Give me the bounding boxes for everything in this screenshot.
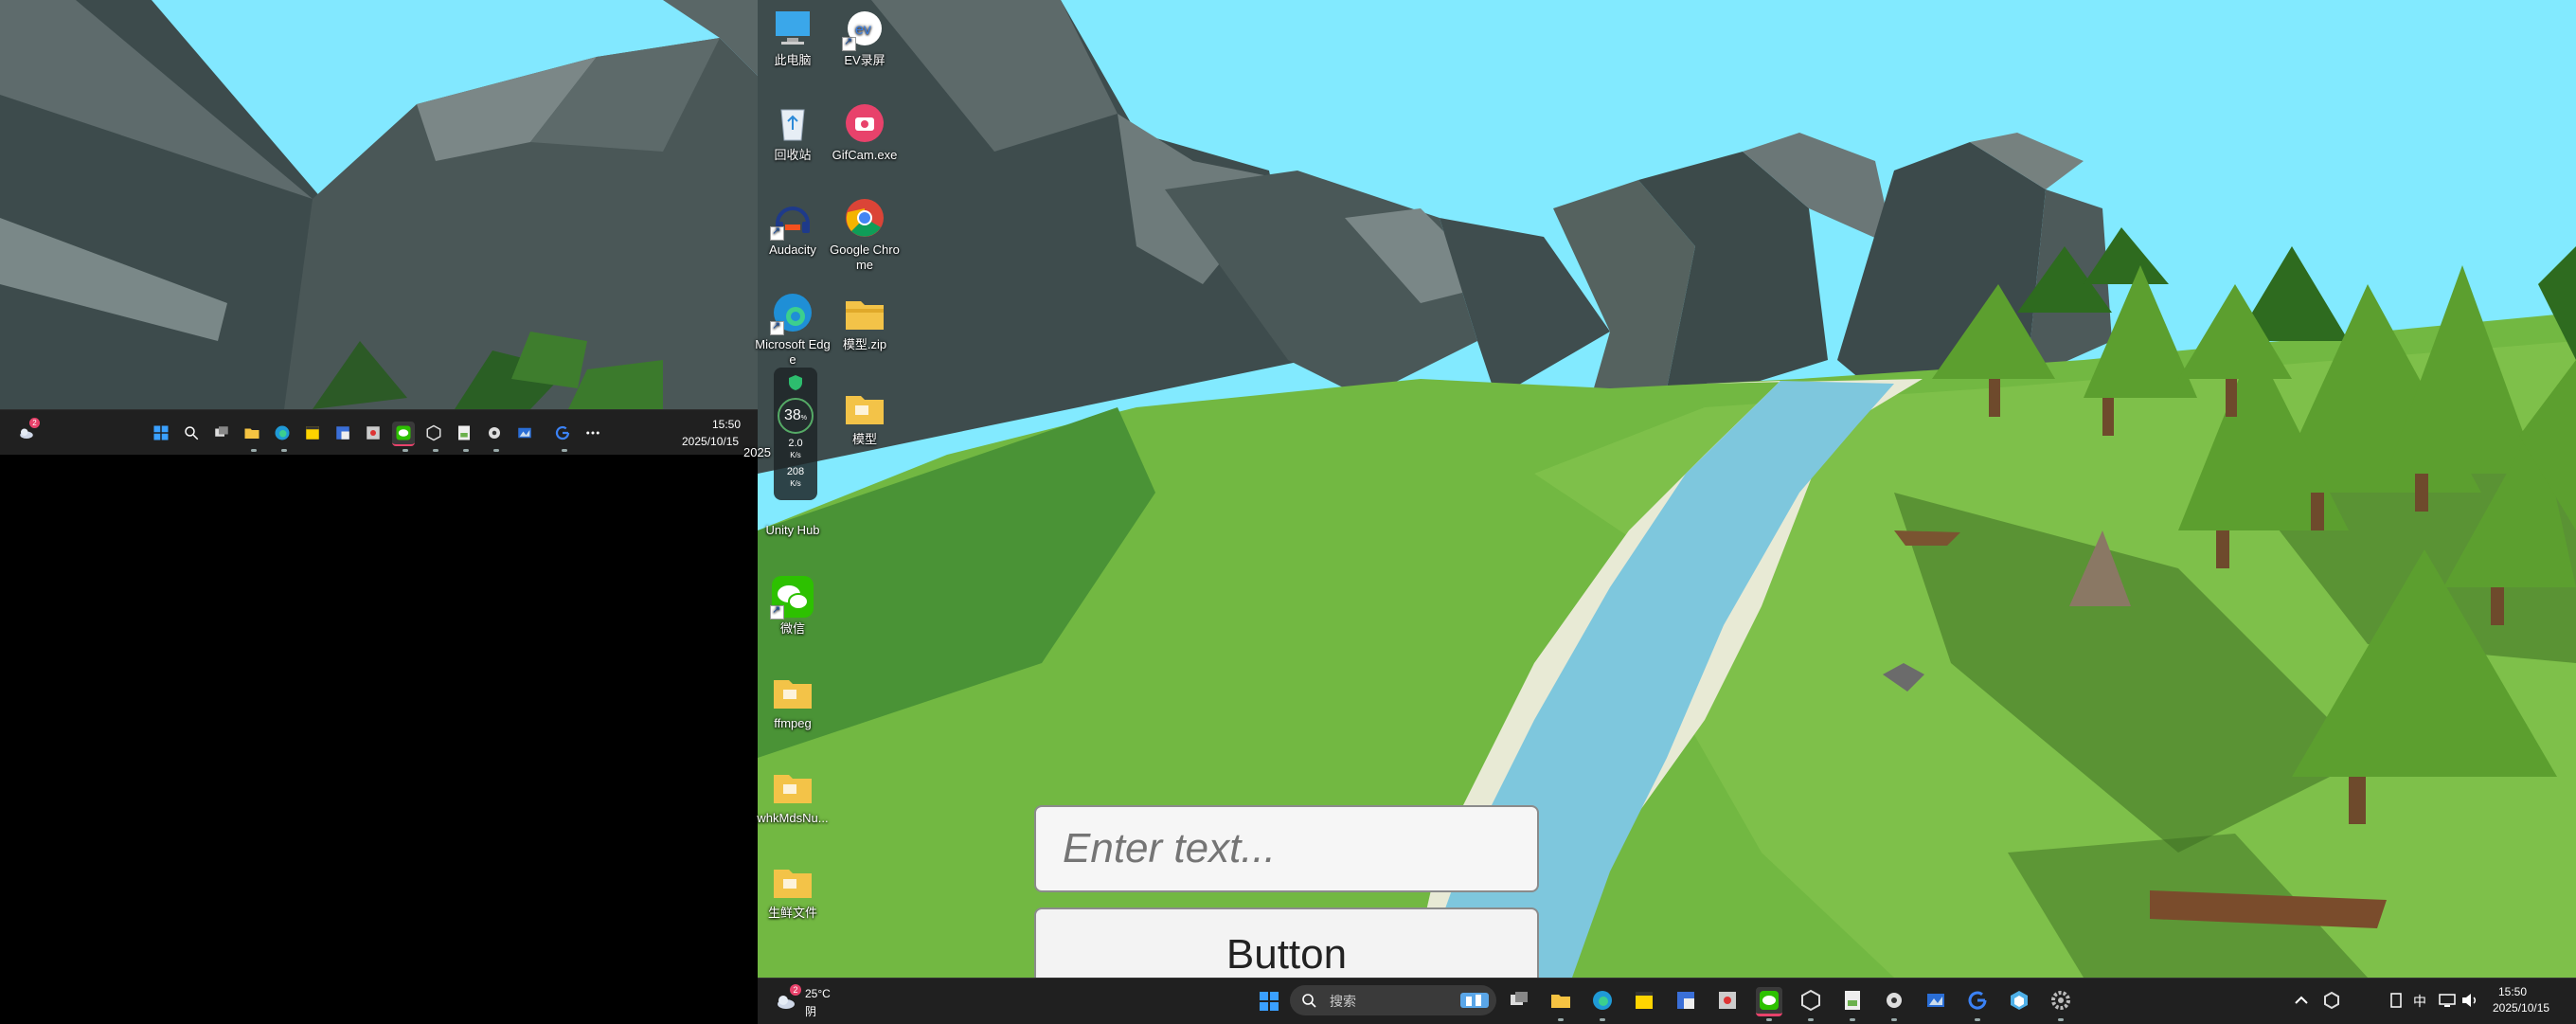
folder-icon xyxy=(774,680,812,709)
desktop-icon-unity-hub[interactable]: Unity Hub xyxy=(755,483,831,538)
sticky-notes-icon[interactable] xyxy=(301,422,324,444)
game-view[interactable] xyxy=(758,0,2576,978)
g-app-icon[interactable] xyxy=(551,422,574,452)
desktop-icon-model-folder[interactable]: 模型 xyxy=(827,385,903,447)
desktop-icon-ffmpeg[interactable]: ffmpeg xyxy=(755,669,831,731)
clock-date[interactable]: 2025/10/15 xyxy=(682,435,739,448)
search-highlight-icon xyxy=(1460,993,1489,1008)
desktop-icon-label: Google Chrome xyxy=(830,243,900,272)
upload-unit: K/s xyxy=(790,451,801,459)
desktop-icon-ev-recorder[interactable]: ev EV录屏 xyxy=(827,6,903,68)
desktop-icon-label: Unity Hub xyxy=(765,523,820,537)
weather-desc[interactable]: 阴 xyxy=(805,1003,816,1019)
desktop-icon-label: 回收站 xyxy=(774,148,812,162)
desktop-icon-label: GifCam.exe xyxy=(832,148,898,162)
desktop-icon-label: 生鲜文件 xyxy=(767,906,817,920)
weather-badge: 2 xyxy=(29,418,40,428)
left-display-blank xyxy=(0,455,758,1023)
game-button[interactable]: Button xyxy=(1034,907,1539,983)
weather-temp[interactable]: 25°C xyxy=(805,987,831,1000)
cpu-unit: % xyxy=(800,415,808,422)
app-icon[interactable] xyxy=(362,422,385,444)
edge-icon[interactable] xyxy=(271,422,294,452)
upload-value: 2.0 xyxy=(788,438,803,449)
mountain-scene-left xyxy=(0,0,758,409)
folder-icon xyxy=(774,775,812,803)
shield-icon xyxy=(786,373,805,392)
weather-icon[interactable]: 2 xyxy=(773,984,801,1015)
wechat-icon[interactable] xyxy=(392,422,415,452)
desktop-icon-label: Audacity xyxy=(769,243,816,257)
game-text-input[interactable] xyxy=(1034,805,1539,892)
desktop-icon-chrome[interactable]: Google Chrome xyxy=(827,195,903,273)
more-icon[interactable] xyxy=(581,422,604,444)
desktop-icon-audacity[interactable]: Audacity xyxy=(755,195,831,258)
app-icon[interactable] xyxy=(513,422,536,444)
desktop-icon-model-zip[interactable]: 模型.zip xyxy=(827,290,903,352)
zip-folder-icon xyxy=(846,301,884,330)
desktop-icon-edge[interactable]: Microsoft Edge xyxy=(755,290,831,368)
desktop-icon-folder-files[interactable]: 生鲜文件 xyxy=(755,858,831,921)
desktop-icon-label: whkMdsNu... xyxy=(757,811,829,825)
svg-text:ev: ev xyxy=(855,22,871,38)
task-view-icon[interactable] xyxy=(210,422,233,444)
desktop-icon-label: EV录屏 xyxy=(844,53,886,67)
start-icon[interactable] xyxy=(1256,988,1282,1015)
desktop-icon-this-pc[interactable]: 此电脑 xyxy=(755,6,831,68)
gifcam-icon xyxy=(846,104,884,142)
main-taskbar: 2 25°C 阴 xyxy=(758,978,2576,1024)
lowpoly-landscape xyxy=(758,0,2576,978)
folder-icon xyxy=(846,396,884,424)
cpu-value: 38 xyxy=(783,407,801,423)
cpu-usage: 38% xyxy=(778,398,814,434)
performance-widget[interactable]: 38% 2.0 K/s 208 K/s xyxy=(774,368,817,500)
start-icon[interactable] xyxy=(150,422,172,444)
recycle-bin-icon xyxy=(780,109,805,141)
taskbar-search-box[interactable]: 搜索 xyxy=(1290,985,1496,1015)
desktop-icon-folder-whk[interactable]: whkMdsNu... xyxy=(755,764,831,826)
desktop-icon-label: 微信 xyxy=(779,621,805,636)
weather-icon[interactable]: 2 xyxy=(15,418,40,444)
clock-time[interactable]: 15:50 xyxy=(712,418,741,431)
desktop-icon-recycle-bin[interactable]: 回收站 xyxy=(755,100,831,163)
desktop-icon-wechat[interactable]: 微信 xyxy=(755,574,831,637)
download-value: 208 xyxy=(786,466,805,477)
upload-speed: 2.0 K/s xyxy=(777,438,814,460)
desktop-icon-gifcam[interactable]: GifCam.exe xyxy=(827,100,903,163)
file-explorer-icon[interactable] xyxy=(241,422,263,452)
desktop-icon-label: 模型.zip xyxy=(842,337,887,351)
app-icon[interactable] xyxy=(453,422,475,452)
unity-icon[interactable] xyxy=(422,422,445,452)
left-taskbar: 2 15:50 2025/10/15 xyxy=(0,409,758,456)
search-icon[interactable] xyxy=(180,422,203,444)
search-icon xyxy=(1302,994,1316,1008)
computer-icon xyxy=(776,11,810,45)
folder-icon xyxy=(774,870,812,898)
app-icon[interactable] xyxy=(483,422,506,452)
app-icon[interactable] xyxy=(331,422,354,444)
weather-badge: 2 xyxy=(790,984,801,996)
desktop-icon-label: 模型 xyxy=(851,432,877,446)
search-placeholder: 搜索 xyxy=(1330,994,1356,1009)
desktop-icon-label: ffmpeg xyxy=(774,716,812,730)
chrome-icon xyxy=(846,199,884,237)
left-display-wallpaper xyxy=(0,0,758,409)
desktop-icon-label: 此电脑 xyxy=(774,53,812,67)
